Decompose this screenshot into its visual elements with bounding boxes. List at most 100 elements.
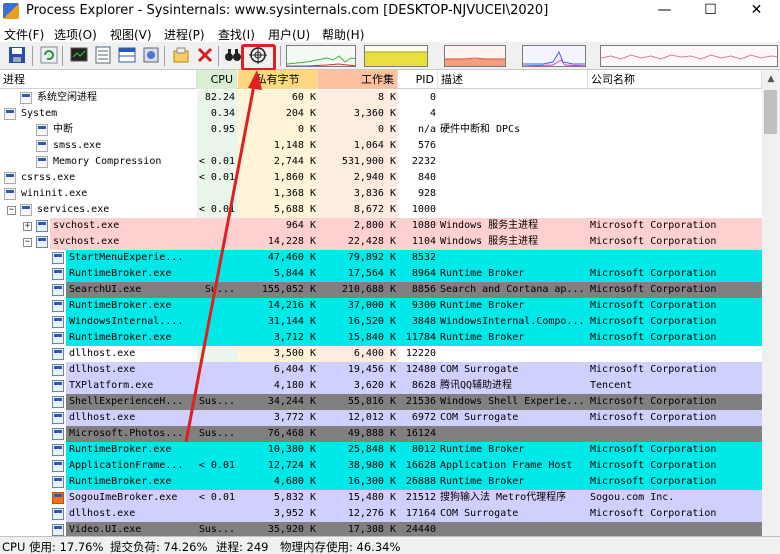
company-value [590,346,760,362]
process-name: smss.exe [53,140,102,151]
table-row[interactable]: smss.exe 1,148 K 1,064 K 576 [0,138,762,154]
system-info-icon[interactable] [70,46,88,64]
lower-pane-icon[interactable] [118,46,136,64]
table-row[interactable]: TXPlatform.exe 4,180 K 3,620 K 8628 腾讯QQ辅助进程… [0,378,762,394]
working-set-value: 6,400 K [353,348,396,359]
cpu-value [197,410,235,426]
working-set-value: 3,360 K [353,108,396,119]
handles-icon[interactable] [142,46,160,64]
menu-find[interactable]: 查找(I) [218,26,255,43]
memory-graph[interactable] [600,45,778,67]
window-app-icon [52,412,64,424]
column-private-bytes[interactable]: 私有字节 [238,70,318,89]
window-app-icon [52,396,64,408]
toolbar [0,42,780,70]
cpu-value: Su... [204,284,235,295]
cpu-value [197,250,235,266]
table-row[interactable]: WindowsInternal.... 31,144 K 16,520 K 3848 W… [0,314,762,330]
description-value [440,154,588,170]
description-value [440,346,588,362]
menu-process[interactable]: 进程(P) [164,26,205,43]
description-value: Runtime Broker [440,300,525,311]
column-cpu[interactable]: CPU [197,70,237,89]
save-icon[interactable] [8,46,26,64]
menu-file[interactable]: 文件(F) [4,26,44,43]
table-row[interactable]: dllhost.exe 3,952 K 12,276 K 17164 COM Surro… [0,506,762,522]
table-row[interactable]: StartMenuExperie... 47,460 K 79,892 K 8532 [0,250,762,266]
process-name: ApplicationFrame... [69,460,184,471]
menu-options[interactable]: 选项(O) [54,26,97,43]
working-set-value: 22,428 K [347,236,396,247]
table-row[interactable]: SogouImeBroker.exe < 0.01 5,832 K 15,480 K 2… [0,490,762,506]
collapse-icon[interactable]: − [7,206,16,215]
cpu-value [197,186,235,202]
table-row[interactable]: Microsoft.Photos... Sus... 76,468 K 49,888 … [0,426,762,442]
table-row[interactable]: Memory Compression < 0.01 2,744 K 531,900 K… [0,154,762,170]
table-row[interactable]: dllhost.exe 6,404 K 19,456 K 12480 COM Surro… [0,362,762,378]
table-row[interactable]: − svchost.exe 14,228 K 22,428 K 1104 Windows … [0,234,762,250]
cpu-value [197,314,235,330]
table-row[interactable]: dllhost.exe 3,772 K 12,012 K 6972 COM Surrog… [0,410,762,426]
column-pid[interactable]: PID [398,70,438,89]
network-graph[interactable] [522,45,586,67]
table-row[interactable]: ApplicationFrame... < 0.01 12,724 K 38,980 … [0,458,762,474]
menu-users[interactable]: 用户(U) [268,26,310,43]
table-row[interactable]: Video.UI.exe Sus... 35,920 K 17,308 K 24440 [0,522,762,536]
company-value [590,90,760,106]
table-row[interactable]: +csrss.exe< 0.011,860 K2,940 K840 [0,170,762,186]
description-value: Search and Cortana ap... [440,284,585,295]
table-row[interactable]: RuntimeBroker.exe 14,216 K 37,000 K 9300 Run… [0,298,762,314]
column-description[interactable]: 描述 [438,70,588,89]
process-tree-icon[interactable] [94,46,112,64]
description-value: 硬件中断和 DPCs [440,124,521,135]
find-binoculars-icon[interactable] [224,46,242,64]
private-bytes-value: 10,380 K [267,444,316,455]
io-graph[interactable] [444,45,506,67]
collapse-icon[interactable]: − [23,238,32,247]
scrollbar-thumb[interactable] [764,90,777,134]
pid-value: n/a [417,124,436,135]
table-row[interactable]: RuntimeBroker.exe 4,680 K 16,300 K 26888 Run… [0,474,762,490]
status-process-count: 进程: 249 [216,540,269,554]
maximize-button[interactable]: ☐ [688,0,733,22]
commit-graph[interactable] [364,45,428,67]
properties-icon[interactable] [172,46,190,64]
vertical-scrollbar[interactable]: ▲ [762,70,780,536]
table-row[interactable]: −System0.34204 K3,360 K4 [0,106,762,122]
process-name: SearchUI.exe [69,284,142,295]
menu-view[interactable]: 视图(V) [110,26,152,43]
pid-value: 1104 [411,236,436,247]
expand-icon[interactable]: + [23,222,32,231]
table-row[interactable]: 中断 0.95 0 K 0 K n/a 硬件中断和 DPCs [0,122,762,138]
table-row[interactable]: dllhost.exe 3,500 K 6,400 K 12220 [0,346,762,362]
column-process[interactable]: 进程 [0,70,197,89]
scroll-up-icon[interactable]: ▲ [762,70,780,88]
table-row[interactable]: RuntimeBroker.exe 3,712 K 15,840 K 11784 Run… [0,330,762,346]
close-button[interactable]: ✕ [734,0,779,22]
refresh-icon[interactable] [40,46,58,64]
menu-bar: 文件(F) 选项(O) 视图(V) 进程(P) 查找(I) 用户(U) 帮助(H… [0,22,780,42]
kill-process-icon[interactable] [196,46,214,64]
company-value [590,106,760,122]
column-company[interactable]: 公司名称 [588,70,762,89]
table-row[interactable]: RuntimeBroker.exe 10,380 K 25,848 K 8012 Run… [0,442,762,458]
status-cpu-usage: CPU 使用: 17.76% [2,540,104,554]
process-icon [20,92,32,104]
window-app-icon [52,348,64,360]
menu-help[interactable]: 帮助(H) [322,26,364,43]
table-row[interactable]: − services.exe < 0.01 5,688 K 8,672 K 1000 [0,202,762,218]
table-row[interactable]: −wininit.exe1,368 K3,836 K928 [0,186,762,202]
table-row[interactable]: + svchost.exe 964 K 2,800 K 1080 Windows 服务主进… [0,218,762,234]
pid-value: 12220 [405,348,436,359]
pid-value: 9300 [411,300,436,311]
table-row[interactable]: RuntimeBroker.exe 5,844 K 17,564 K 8964 Runt… [0,266,762,282]
cpu-graph[interactable] [286,45,356,67]
minimize-button[interactable]: — [642,0,687,22]
table-row[interactable]: 系统空闲进程 82.24 60 K 8 K 0 [0,90,762,106]
table-row[interactable]: SearchUI.exe Su... 155,052 K 210,688 K 8856 S… [0,282,762,298]
column-working-set[interactable]: 工作集 [318,70,398,89]
toolbar-separator [280,46,281,66]
table-row[interactable]: ShellExperienceH... Sus... 34,244 K 55,816 … [0,394,762,410]
pid-value: 4 [429,108,436,119]
company-value: Microsoft Corporation [590,284,717,295]
